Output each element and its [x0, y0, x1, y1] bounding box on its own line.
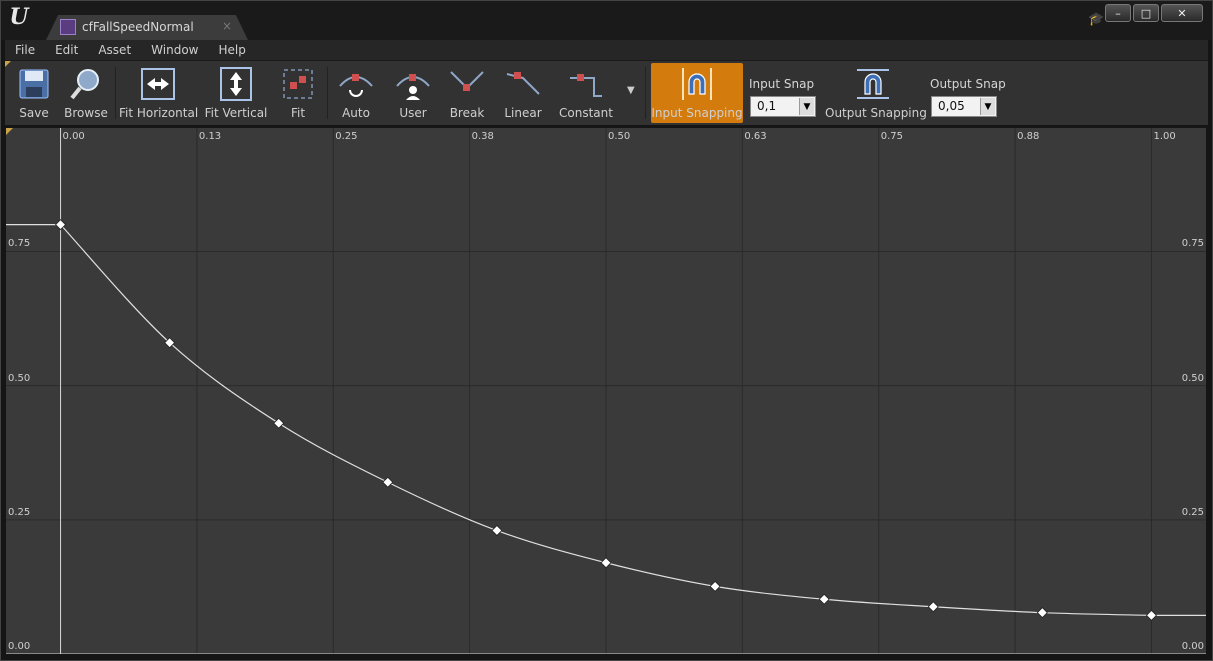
- curve-key-point[interactable]: [818, 593, 830, 605]
- toolbar: Save Browse Fit Horizontal Fit Vertical: [5, 60, 1208, 125]
- break-label: Break: [449, 106, 485, 120]
- toolbar-corner-accent: [5, 61, 11, 67]
- unreal-logo-icon: U: [9, 4, 29, 30]
- output-snap-label: Output Snap: [930, 77, 1006, 91]
- fit-horizontal-button[interactable]: Fit Horizontal: [119, 63, 199, 123]
- chevron-down-icon[interactable]: ▼: [980, 98, 995, 115]
- menu-window[interactable]: Window: [141, 43, 208, 57]
- chevron-down-icon[interactable]: ▼: [799, 98, 814, 115]
- x-tick-label: 0.38: [471, 131, 494, 142]
- output-snapping-label: Output Snapping: [825, 106, 927, 120]
- x-tick-label: 0.13: [198, 131, 222, 142]
- save-icon: [19, 69, 49, 99]
- output-snap-combo[interactable]: 0,05 ▼: [931, 96, 997, 117]
- y-tick-label: 0.50: [8, 372, 31, 384]
- menu-file[interactable]: File: [5, 43, 45, 57]
- fit-label: Fit: [290, 106, 306, 120]
- input-snapping-label: Input Snapping: [651, 106, 743, 120]
- y-tick-label: 0.00: [1181, 641, 1204, 652]
- x-tick-label: 0.50: [608, 131, 631, 142]
- curve-key-point[interactable]: [1036, 607, 1048, 619]
- constant-tangent-button[interactable]: Constant: [556, 63, 616, 123]
- input-snap-value: 0,1: [757, 99, 777, 113]
- fit-vertical-button[interactable]: Fit Vertical: [204, 63, 268, 123]
- curve-key-point[interactable]: [273, 417, 285, 429]
- output-snap-value: 0,05: [938, 99, 965, 113]
- input-snap-label: Input Snap: [749, 77, 815, 91]
- x-tick-label: 0.75: [880, 131, 903, 142]
- output-snapping-button[interactable]: Output Snapping: [825, 63, 927, 123]
- x-tick-label: 0.63: [744, 131, 767, 142]
- auto-tangent-icon: [339, 74, 373, 97]
- auto-tangent-button[interactable]: Auto: [335, 63, 377, 123]
- fit-horizontal-icon: [141, 68, 175, 100]
- fit-icon: [283, 69, 313, 99]
- toolbar-separator: [645, 67, 646, 119]
- magnet-icon: [857, 69, 889, 99]
- curve-key-point[interactable]: [491, 525, 503, 537]
- input-snap-combo[interactable]: 0,1 ▼: [750, 96, 816, 117]
- curve-key-point[interactable]: [927, 601, 939, 613]
- break-tangent-icon: [450, 71, 484, 91]
- fit-vertical-label: Fit Vertical: [204, 106, 268, 120]
- curve-graph[interactable]: 0.00 0.13 0.25 0.38 0.50 0.63 0.75 0.88 1.00 0.75…: [6, 128, 1206, 654]
- y-tick-label: 0.50: [1181, 372, 1204, 384]
- auto-label: Auto: [342, 106, 370, 120]
- x-tick-label: 0.25: [335, 131, 358, 142]
- close-button[interactable]: ✕: [1161, 4, 1203, 22]
- curve-key-point[interactable]: [1145, 609, 1157, 621]
- x-tick-label: 0.00: [62, 131, 85, 142]
- curve-key-point[interactable]: [382, 476, 394, 488]
- input-snapping-button[interactable]: Input Snapping: [651, 63, 743, 123]
- tab-title[interactable]: cfFallSpeedNormal: [82, 20, 194, 34]
- curve-plot[interactable]: [6, 128, 1206, 654]
- y-tick-label: 0.25: [8, 506, 31, 518]
- browse-button[interactable]: Browse: [63, 63, 109, 123]
- maximize-button[interactable]: □: [1133, 4, 1159, 22]
- y-tick-label: 0.25: [1181, 506, 1204, 518]
- menu-help[interactable]: Help: [208, 43, 255, 57]
- toolbar-more-dropdown-icon[interactable]: ▼: [627, 85, 635, 96]
- tab-close-icon[interactable]: ×: [222, 19, 232, 33]
- menu-asset[interactable]: Asset: [88, 43, 141, 57]
- magnet-icon: [682, 68, 712, 100]
- toolbar-separator: [327, 67, 328, 119]
- fit-horizontal-label: Fit Horizontal: [119, 106, 199, 120]
- magnifier-icon: [70, 69, 99, 100]
- window-controls: – □ ✕: [1105, 4, 1203, 22]
- learn-cap-icon[interactable]: 🎓: [1088, 12, 1104, 28]
- menu-bar: File Edit Asset Window Help: [5, 40, 1208, 60]
- user-tangent-button[interactable]: User: [393, 63, 433, 123]
- y-tick-label: 0.75: [8, 238, 31, 250]
- save-label: Save: [19, 106, 49, 120]
- toolbar-separator: [115, 67, 116, 119]
- curve-key-point[interactable]: [600, 557, 612, 569]
- fit-vertical-icon: [220, 67, 252, 101]
- linear-tangent-button[interactable]: Linear: [501, 63, 545, 123]
- title-bar: U cfFallSpeedNormal × 🎓 – □ ✕: [0, 0, 1213, 40]
- user-label: User: [399, 106, 427, 120]
- y-tick-label: 0.75: [1181, 238, 1204, 250]
- fit-button[interactable]: Fit: [277, 63, 319, 123]
- linear-label: Linear: [504, 106, 542, 120]
- constant-tangent-icon: [570, 74, 602, 97]
- x-tick-label: 0.88: [1017, 131, 1040, 142]
- minimize-button[interactable]: –: [1105, 4, 1131, 22]
- break-tangent-button[interactable]: Break: [447, 63, 487, 123]
- curve-asset-icon: [60, 19, 76, 35]
- y-tick-label: 0.00: [8, 641, 31, 652]
- constant-label: Constant: [559, 106, 613, 120]
- save-button[interactable]: Save: [13, 63, 55, 123]
- user-tangent-icon: [396, 74, 430, 100]
- linear-tangent-icon: [506, 72, 540, 95]
- curve-key-point[interactable]: [709, 580, 721, 592]
- menu-edit[interactable]: Edit: [45, 43, 88, 57]
- browse-label: Browse: [64, 106, 108, 120]
- x-tick-label: 1.00: [1153, 131, 1176, 142]
